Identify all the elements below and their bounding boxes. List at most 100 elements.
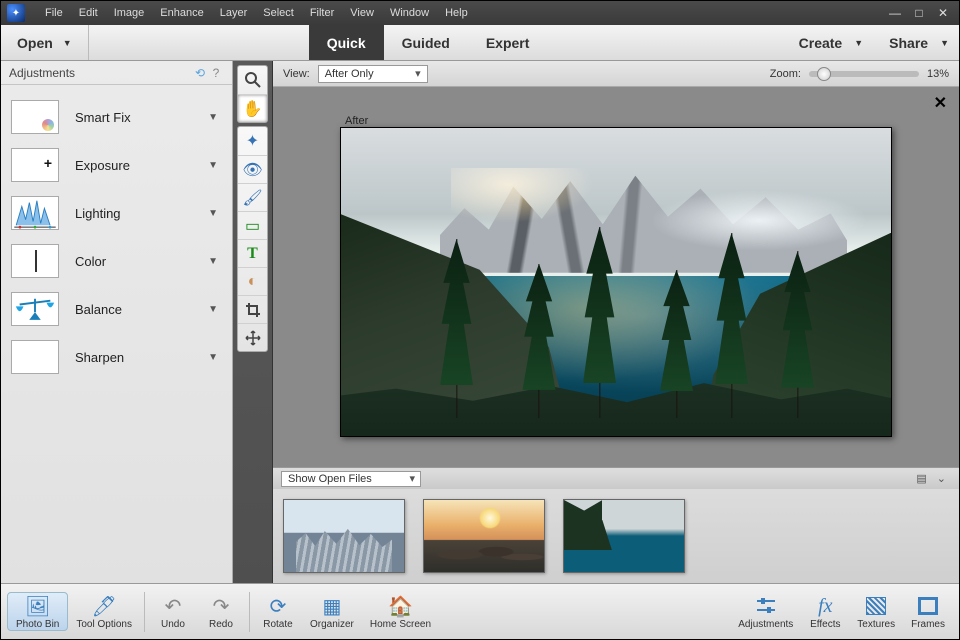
- canvas-area: View: After Only Zoom: 13% ✕ After: [273, 61, 959, 583]
- adj-lighting[interactable]: Lighting ▼: [1, 189, 232, 237]
- redo-button[interactable]: ↷ Redo: [197, 593, 245, 630]
- adj-sharpen[interactable]: Sharpen ▼: [1, 333, 232, 381]
- menu-edit[interactable]: Edit: [71, 7, 106, 19]
- top-bar: Open ▼ Quick Guided Expert Create ▼ Shar…: [1, 25, 959, 61]
- textures-button[interactable]: Textures: [849, 593, 903, 630]
- maximize-button[interactable]: □: [909, 5, 929, 21]
- zoom-value: 13%: [927, 68, 949, 80]
- tab-guided[interactable]: Guided: [384, 25, 468, 60]
- view-bar: View: After Only Zoom: 13%: [273, 61, 959, 87]
- create-button[interactable]: Create ▼: [783, 25, 874, 60]
- chevron-down-icon: ▼: [208, 208, 218, 219]
- photo-bin-button[interactable]: 🖼 Photo Bin: [7, 592, 68, 631]
- exposure-icon: −+: [11, 148, 59, 182]
- zoom-tool[interactable]: [238, 66, 267, 94]
- chevron-down-icon: ▼: [208, 304, 218, 315]
- text-tool[interactable]: T: [238, 239, 267, 267]
- undo-button[interactable]: ↶ Undo: [149, 593, 197, 630]
- close-button[interactable]: ✕: [933, 5, 953, 21]
- minimize-button[interactable]: —: [885, 5, 905, 21]
- sharpen-icon: [11, 340, 59, 374]
- menu-window[interactable]: Window: [382, 7, 437, 19]
- redo-icon: ↷: [213, 593, 230, 619]
- bin-thumbnail-2[interactable]: [423, 499, 545, 573]
- sliders-icon: [755, 593, 777, 619]
- tab-quick[interactable]: Quick: [309, 25, 384, 60]
- photo-bin-bar: Show Open Files ▤ ⌄: [273, 467, 959, 489]
- frames-icon: [918, 593, 938, 619]
- adj-balance[interactable]: Balance ▼: [1, 285, 232, 333]
- redeye-tool[interactable]: 👁: [238, 155, 267, 183]
- canvas-image[interactable]: [340, 127, 892, 437]
- tab-expert[interactable]: Expert: [468, 25, 548, 60]
- effects-button[interactable]: fx Effects: [801, 593, 849, 630]
- bin-thumbnail-3[interactable]: [563, 499, 685, 573]
- adj-smart-fix[interactable]: Smart Fix ▼: [1, 93, 232, 141]
- rotate-button[interactable]: ⟳ Rotate: [254, 593, 302, 630]
- toolbar: ✋ ✦ 👁 🖌 ▭ T ◐: [233, 61, 273, 583]
- app-icon: [7, 4, 25, 22]
- reset-icon[interactable]: ⟲: [192, 66, 208, 80]
- chevron-down-icon: ▼: [208, 352, 218, 363]
- share-button[interactable]: Share ▼: [873, 25, 959, 60]
- canvas-viewport: ✕ After: [273, 87, 959, 467]
- menu-select[interactable]: Select: [255, 7, 302, 19]
- chevron-down-icon: ▼: [208, 160, 218, 171]
- menu-view[interactable]: View: [342, 7, 382, 19]
- hand-tool[interactable]: ✋: [238, 94, 267, 122]
- tool-options-button[interactable]: 🖊 Tool Options: [68, 593, 140, 630]
- help-icon[interactable]: ?: [208, 66, 224, 80]
- organizer-button[interactable]: ▦ Organizer: [302, 593, 362, 630]
- adj-exposure[interactable]: −+ Exposure ▼: [1, 141, 232, 189]
- spot-heal-tool[interactable]: ▭: [238, 211, 267, 239]
- organizer-icon: ▦: [322, 593, 341, 619]
- adj-color[interactable]: Color ▼: [1, 237, 232, 285]
- zoom-slider[interactable]: [809, 71, 919, 77]
- menu-enhance[interactable]: Enhance: [152, 7, 211, 19]
- tool-options-icon: 🖊: [91, 593, 116, 619]
- menu-image[interactable]: Image: [106, 7, 153, 19]
- chevron-down-icon: ▼: [940, 38, 949, 48]
- bin-thumbnail-1[interactable]: [283, 499, 405, 573]
- rotate-icon: ⟳: [270, 593, 287, 619]
- bin-menu-icon[interactable]: ▤: [911, 472, 931, 485]
- patch-icon: ◐: [248, 273, 258, 291]
- home-button[interactable]: 🏠 Home Screen: [362, 593, 439, 630]
- photo-bin: [273, 489, 959, 583]
- adjustments-panel: Adjustments ⟲ ? Smart Fix ▼ −+ Exposure …: [1, 61, 233, 583]
- after-label: After: [345, 115, 368, 127]
- view-dropdown[interactable]: After Only: [318, 65, 428, 83]
- text-icon: T: [247, 245, 258, 263]
- wand-icon: ✦: [246, 131, 259, 151]
- zoom-label: Zoom:: [770, 68, 801, 80]
- open-label: Open: [17, 35, 53, 51]
- menu-filter[interactable]: Filter: [302, 7, 342, 19]
- home-icon: 🏠: [388, 593, 413, 619]
- whiten-tool[interactable]: 🖌: [238, 183, 267, 211]
- chevron-down-icon: ▼: [208, 256, 218, 267]
- textures-icon: [866, 593, 886, 619]
- color-icon: [11, 244, 59, 278]
- window-controls: — □ ✕: [885, 5, 953, 21]
- crop-tool[interactable]: [238, 295, 267, 323]
- chevron-down-icon: ▼: [854, 38, 863, 48]
- bin-collapse-icon[interactable]: ⌄: [932, 472, 951, 485]
- quick-select-tool[interactable]: ✦: [238, 127, 267, 155]
- frames-button[interactable]: Frames: [903, 593, 953, 630]
- menu-layer[interactable]: Layer: [212, 7, 256, 19]
- move-tool[interactable]: [238, 323, 267, 351]
- adjustments-button[interactable]: Adjustments: [730, 593, 801, 630]
- open-button[interactable]: Open ▼: [1, 25, 89, 60]
- menu-file[interactable]: File: [37, 7, 71, 19]
- effects-icon: fx: [818, 593, 832, 619]
- chevron-down-icon: ▼: [208, 112, 218, 123]
- bin-dropdown[interactable]: Show Open Files: [281, 471, 421, 487]
- hand-icon: ✋: [243, 99, 263, 119]
- heal-tool[interactable]: ◐: [238, 267, 267, 295]
- undo-icon: ↶: [165, 593, 182, 619]
- eye-icon: 👁: [242, 160, 262, 180]
- adjustments-title: Adjustments: [9, 66, 75, 80]
- mode-tabs: Quick Guided Expert: [309, 25, 548, 60]
- close-document-button[interactable]: ✕: [934, 93, 947, 113]
- menu-help[interactable]: Help: [437, 7, 476, 19]
